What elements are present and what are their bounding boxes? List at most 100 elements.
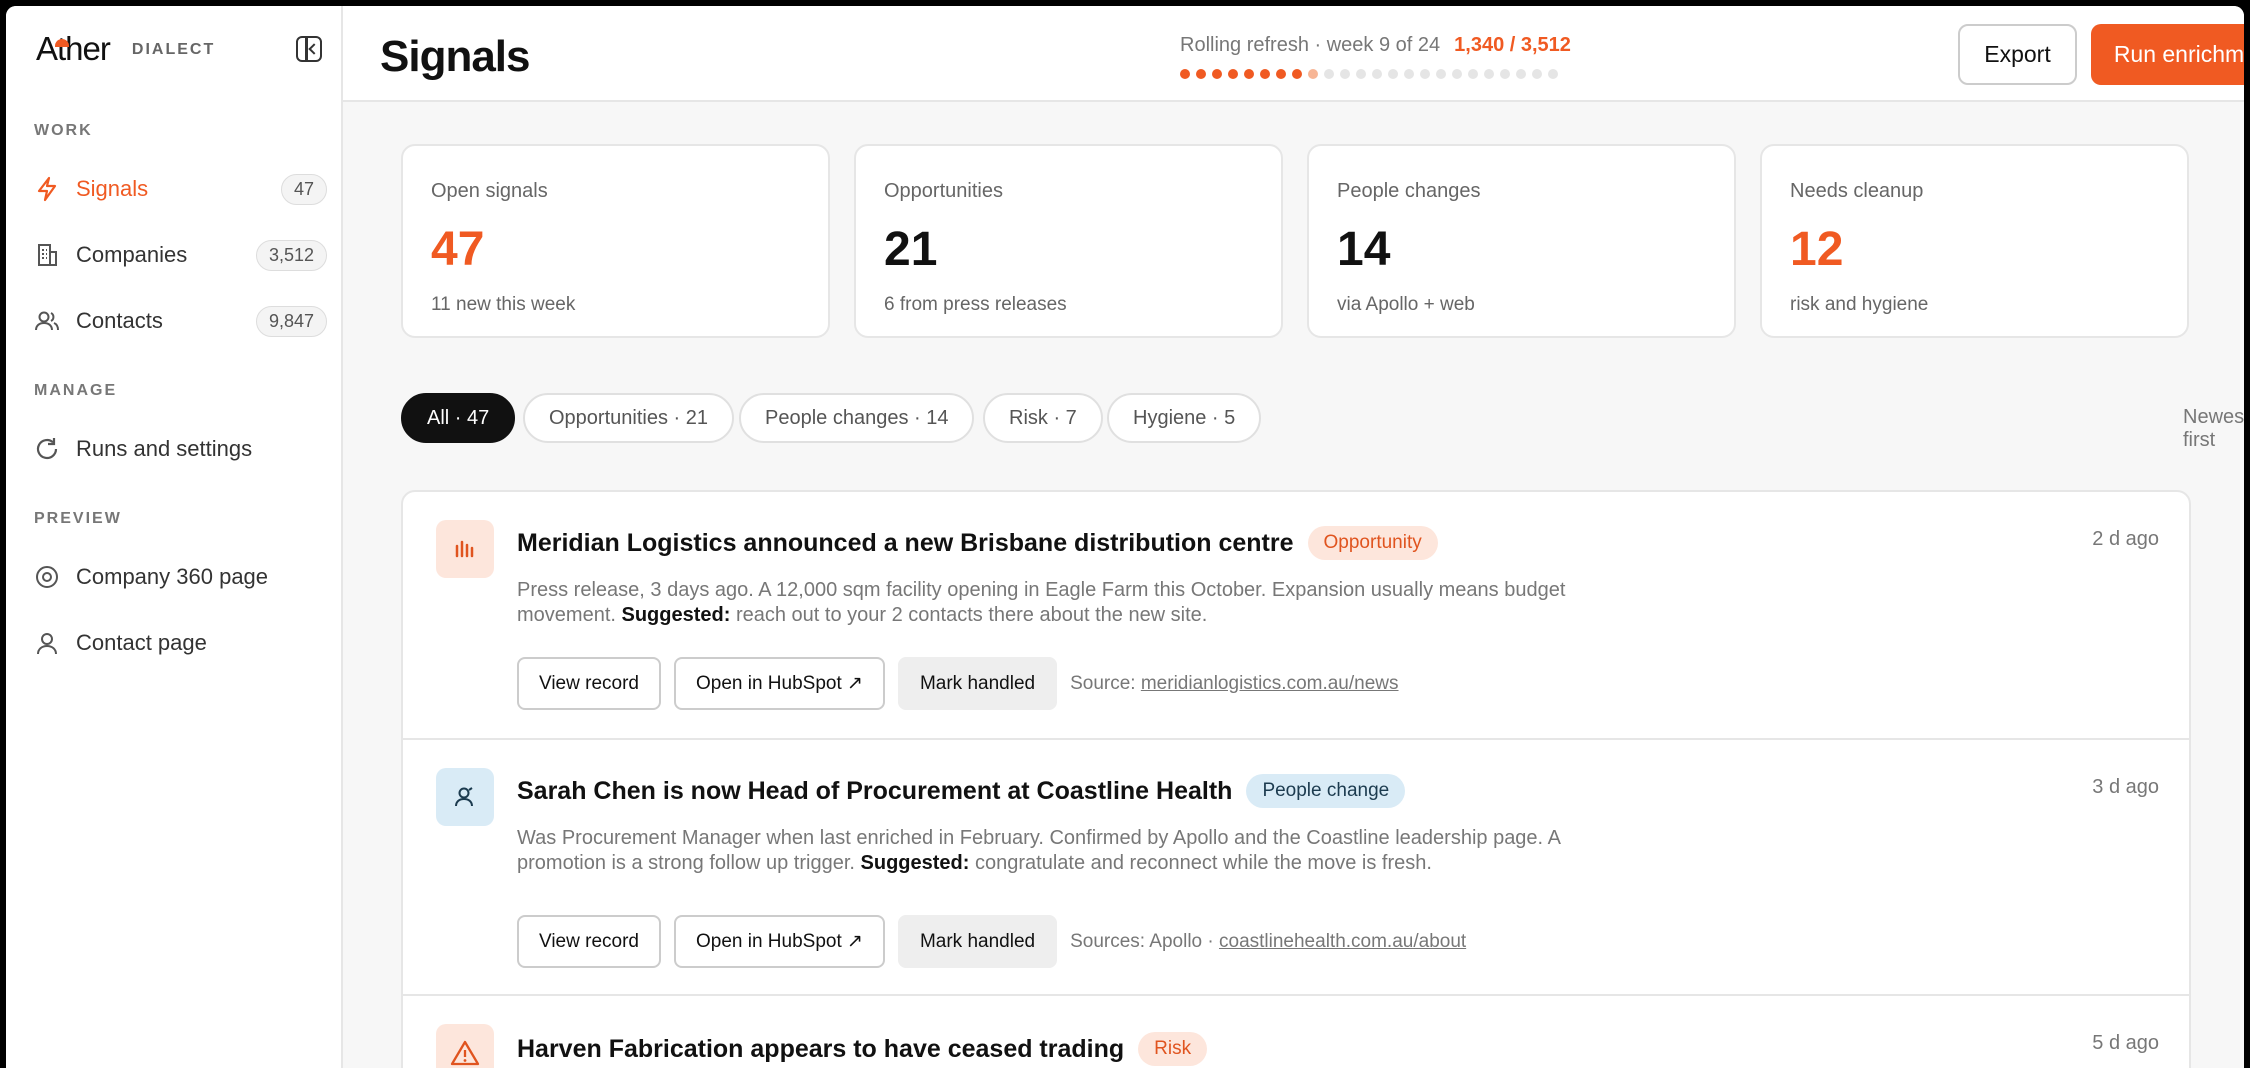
source-prefix: Source: [1070, 672, 1136, 694]
sidebar-item-runs-settings[interactable]: Runs and settings [34, 427, 327, 471]
stat-label: People changes [1337, 180, 1481, 202]
refresh-ratio: 1,340 / 3,512 [1454, 34, 1571, 56]
filter-risk[interactable]: Risk · 7 [983, 393, 1103, 443]
progress-dot [1548, 69, 1558, 79]
sidebar-item-company-360[interactable]: Company 360 page [34, 555, 327, 599]
progress-dot [1196, 69, 1206, 79]
signal-tag: People change [1246, 774, 1406, 808]
source-prefix: Sources: Apollo · [1070, 930, 1214, 952]
suggested-label: Suggested: [860, 852, 970, 874]
sidebar-item-signals[interactable]: Signals 47 [34, 167, 327, 211]
collapse-sidebar-icon[interactable] [296, 36, 322, 62]
sidebar-item-label: Contact page [76, 630, 207, 655]
sidebar-item-label: Signals [76, 176, 149, 201]
source-link[interactable]: meridianlogistics.com.au/news [1141, 673, 1399, 694]
filter-hygiene[interactable]: Hygiene · 5 [1107, 393, 1262, 443]
signal-title: Sarah Chen is now Head of Procurement at… [517, 774, 1406, 808]
user-icon [34, 630, 60, 656]
stat-sub: via Apollo + web [1337, 294, 1475, 315]
filter-all[interactable]: All · 47 [401, 393, 516, 443]
brand: A ther DIALECT [36, 30, 215, 68]
progress-dot [1260, 69, 1270, 79]
progress-dot [1180, 69, 1190, 79]
progress-dot [1276, 69, 1286, 79]
stat-sub: risk and hygiene [1790, 294, 1929, 315]
stat-sub: 6 from press releases [884, 294, 1067, 315]
progress-dot [1500, 69, 1510, 79]
signal-source: Sources: Apollo · coastlinehealth.com.au… [1070, 931, 1466, 953]
sidebar-item-label: Company 360 page [76, 564, 269, 589]
signal-title-text: Sarah Chen is now Head of Procurement at… [517, 776, 1233, 805]
stat-card-opportunities: Opportunities 21 6 from press releases [854, 144, 1283, 338]
stat-card-people-changes: People changes 14 via Apollo + web [1307, 144, 1736, 338]
suggestion-text: reach out to your 2 contacts there about… [735, 604, 1208, 626]
signal-age: 3 d ago [2092, 776, 2159, 798]
stat-card-needs-cleanup: Needs cleanup 12 risk and hygiene [1760, 144, 2189, 338]
progress-dot [1372, 69, 1382, 79]
page-title: Signals [380, 32, 530, 81]
stat-value: 47 [431, 223, 485, 276]
sidebar-item-companies[interactable]: Companies 3,512 [34, 233, 327, 277]
product-name: DIALECT [131, 41, 216, 58]
signal-title: Harven Fabrication appears to have cease… [517, 1032, 1208, 1066]
signal-card: Harven Fabrication appears to have cease… [401, 994, 2191, 1068]
count-badge: 9,847 [255, 305, 327, 337]
source-link[interactable]: coastlinehealth.com.au/about [1219, 931, 1466, 952]
signal-card: Sarah Chen is now Head of Procurement at… [401, 738, 2191, 996]
run-enrichment-button[interactable]: Run enrichment [2091, 24, 2244, 85]
open-hubspot-button[interactable]: Open in HubSpot ↗ [673, 915, 885, 968]
signal-title-text: Harven Fabrication appears to have cease… [517, 1034, 1125, 1063]
refresh-text: Rolling refresh · week 9 of 24 [1180, 34, 1441, 56]
logo-text: ther [57, 30, 111, 67]
users-icon [34, 308, 60, 334]
bar-chart-icon [436, 520, 494, 578]
refresh-icon [34, 436, 60, 462]
signal-title-text: Meridian Logistics announced a new Brisb… [517, 528, 1294, 557]
app-window: A ther DIALECT WORK Signals 47 Companies… [6, 6, 2244, 1068]
progress-dot [1532, 69, 1542, 79]
stat-sub: 11 new this week [431, 294, 576, 315]
progress-dot [1212, 69, 1222, 79]
sort-dropdown[interactable]: Newest first [2183, 406, 2244, 452]
stat-value: 21 [884, 223, 938, 276]
signal-tag: Opportunity [1307, 526, 1438, 560]
section-label-preview: PREVIEW [34, 510, 122, 527]
progress-dot [1420, 69, 1430, 79]
logo-letter: A [36, 30, 58, 67]
filter-people-changes[interactable]: People changes · 14 [739, 393, 975, 443]
count-badge: 47 [280, 173, 327, 205]
stat-label: Open signals [431, 180, 548, 202]
view-record-button[interactable]: View record [517, 657, 661, 710]
signal-source: Source: meridianlogistics.com.au/news [1070, 673, 1398, 695]
logo-mark-icon [55, 39, 70, 47]
progress-dot [1388, 69, 1398, 79]
signal-card: Meridian Logistics announced a new Brisb… [401, 490, 2191, 740]
target-icon [34, 564, 60, 590]
progress-dot [1292, 69, 1302, 79]
mark-handled-button[interactable]: Mark handled [897, 657, 1058, 710]
view-record-button[interactable]: View record [517, 915, 661, 968]
progress-dot [1484, 69, 1494, 79]
main-content: Signals Rolling refresh · week 9 of 24 1,… [343, 6, 2244, 1068]
progress-dot [1452, 69, 1462, 79]
lightning-icon [34, 176, 60, 202]
open-hubspot-button[interactable]: Open in HubSpot ↗ [673, 657, 885, 710]
progress-dot [1228, 69, 1238, 79]
stat-value: 14 [1337, 223, 1391, 276]
progress-dot [1244, 69, 1254, 79]
sidebar-item-contact-page[interactable]: Contact page [34, 621, 327, 665]
export-button[interactable]: Export [1958, 24, 2077, 85]
signal-description: Was Procurement Manager when last enrich… [517, 826, 1607, 876]
filter-opportunities[interactable]: Opportunities · 21 [523, 393, 734, 443]
stat-label: Needs cleanup [1790, 180, 1924, 202]
mark-handled-button[interactable]: Mark handled [897, 915, 1058, 968]
stat-value: 12 [1790, 223, 1844, 276]
suggestion-text: congratulate and reconnect while the mov… [974, 852, 1432, 874]
signal-tag: Risk [1138, 1032, 1208, 1066]
progress-dot [1404, 69, 1414, 79]
sidebar-item-contacts[interactable]: Contacts 9,847 [34, 299, 327, 343]
sidebar-item-label: Companies [76, 242, 188, 267]
sidebar-item-label: Runs and settings [76, 436, 253, 461]
signal-description: Press release, 3 days ago. A 12,000 sqm … [517, 578, 1587, 628]
suggested-label: Suggested: [621, 604, 731, 626]
